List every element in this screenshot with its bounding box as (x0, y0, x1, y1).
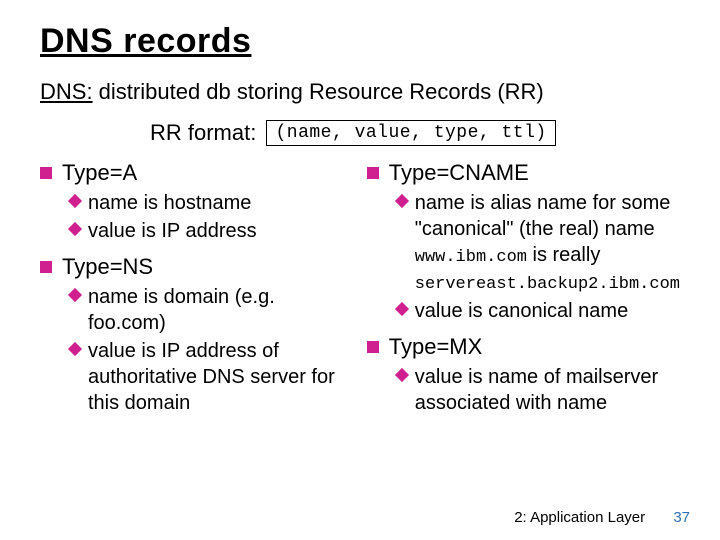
list-item: value is canonical name (397, 298, 680, 324)
list-item: name is hostname (70, 190, 349, 216)
type-ns-list: name is domain (e.g. foo.com) value is I… (70, 284, 349, 416)
list-item: name is alias name for some "canonical" … (397, 190, 680, 296)
list-item-text: value is canonical name (415, 300, 628, 322)
type-cname-heading-text: Type=CNAME (389, 160, 529, 185)
diamond-bullet-icon (68, 222, 82, 236)
diamond-bullet-icon (395, 194, 409, 208)
columns: Type=A name is hostname value is IP addr… (40, 160, 680, 426)
list-item-text: name is hostname (88, 192, 251, 214)
slide-title: DNS records (40, 22, 680, 61)
list-item: value is IP address of authoritative DNS… (70, 338, 349, 416)
text: is really (527, 244, 600, 266)
type-cname-section: Type=CNAME name is alias name for some "… (367, 160, 680, 324)
code-text: servereast.backup2.ibm.com (415, 275, 680, 294)
type-a-heading: Type=A (40, 160, 349, 186)
text: name is alias name for some "canonical" … (415, 192, 671, 240)
subtitle-rest: distributed db storing Resource Records … (93, 79, 544, 104)
square-bullet-icon (367, 167, 379, 179)
list-item-text: value is name of mailserver associated w… (415, 366, 658, 414)
list-item-text: value is IP address of authoritative DNS… (88, 340, 335, 414)
diamond-bullet-icon (395, 302, 409, 316)
square-bullet-icon (40, 261, 52, 273)
list-item-text: value is IP address (88, 220, 257, 242)
slide-subtitle: DNS: distributed db storing Resource Rec… (40, 79, 680, 105)
type-a-list: name is hostname value is IP address (70, 190, 349, 244)
rr-format-tuple: (name, value, type, ttl) (266, 120, 555, 146)
type-ns-section: Type=NS name is domain (e.g. foo.com) va… (40, 254, 349, 416)
list-item: value is name of mailserver associated w… (397, 364, 680, 416)
slide-footer: 2: Application Layer 37 (514, 509, 690, 526)
list-item-text: name is alias name for some "canonical" … (415, 192, 680, 293)
type-ns-heading: Type=NS (40, 254, 349, 280)
type-cname-list: name is alias name for some "canonical" … (397, 190, 680, 324)
code-text: www.ibm.com (415, 248, 527, 267)
rr-format-label: RR format: (150, 120, 262, 145)
type-ns-heading-text: Type=NS (62, 254, 153, 279)
type-mx-list: value is name of mailserver associated w… (397, 364, 680, 416)
type-mx-section: Type=MX value is name of mailserver asso… (367, 334, 680, 416)
type-cname-heading: Type=CNAME (367, 160, 680, 186)
list-item-text: name is domain (e.g. foo.com) (88, 286, 275, 334)
list-item: name is domain (e.g. foo.com) (70, 284, 349, 336)
type-a-section: Type=A name is hostname value is IP addr… (40, 160, 349, 244)
rr-format-box: RR format: (name, value, type, ttl) (150, 119, 556, 146)
subtitle-underlined: DNS: (40, 79, 93, 104)
type-mx-heading: Type=MX (367, 334, 680, 360)
right-column: Type=CNAME name is alias name for some "… (367, 160, 680, 426)
diamond-bullet-icon (68, 288, 82, 302)
diamond-bullet-icon (395, 368, 409, 382)
diamond-bullet-icon (68, 194, 82, 208)
type-a-heading-text: Type=A (62, 160, 137, 185)
page-number: 37 (673, 509, 690, 526)
list-item: value is IP address (70, 218, 349, 244)
type-mx-heading-text: Type=MX (389, 334, 483, 359)
footer-label: 2: Application Layer (514, 509, 645, 526)
square-bullet-icon (367, 341, 379, 353)
diamond-bullet-icon (68, 342, 82, 356)
left-column: Type=A name is hostname value is IP addr… (40, 160, 349, 426)
square-bullet-icon (40, 167, 52, 179)
